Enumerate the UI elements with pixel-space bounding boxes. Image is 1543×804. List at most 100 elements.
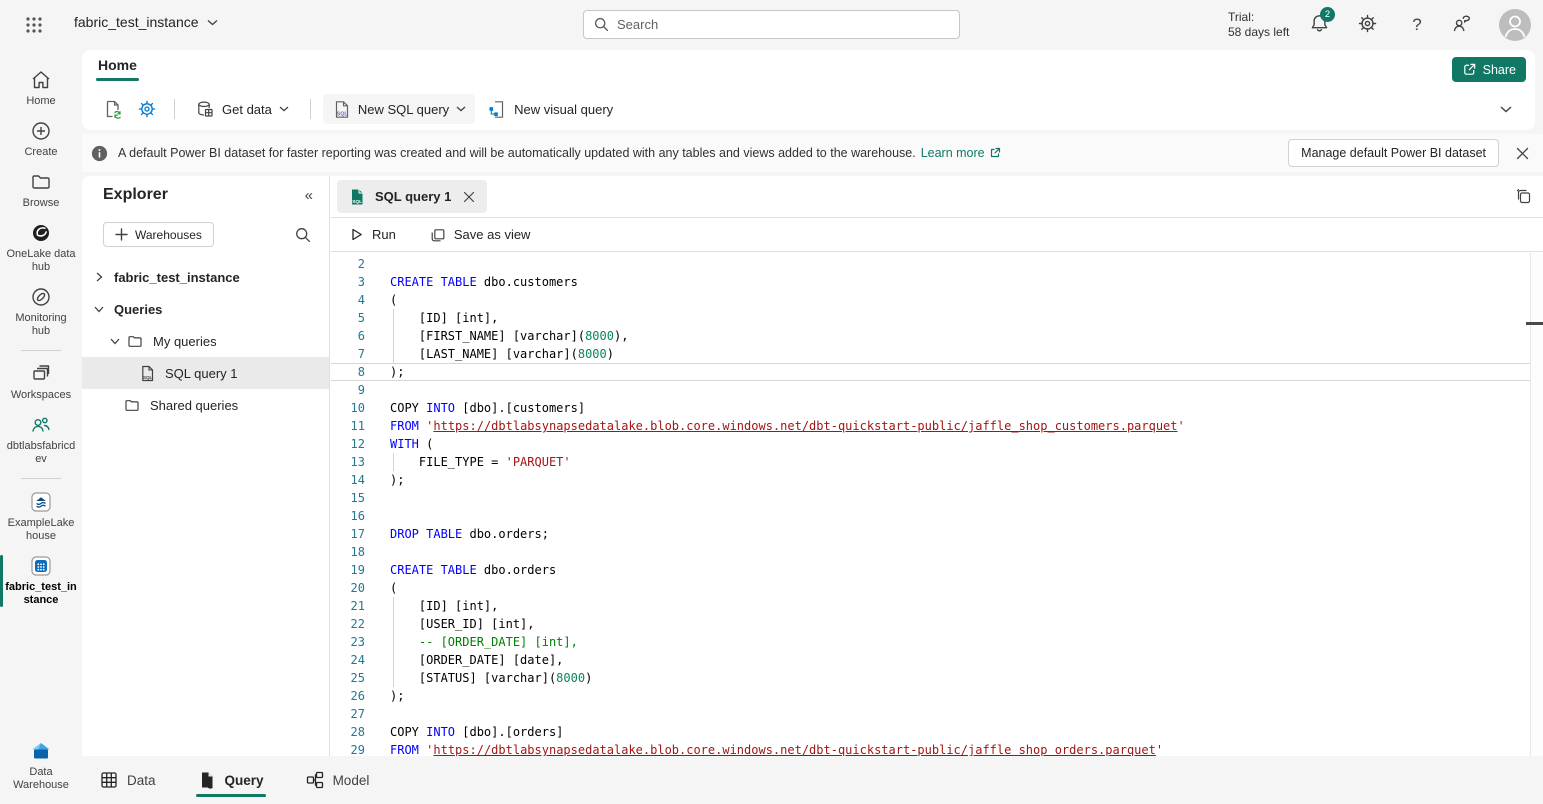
code-line[interactable]: 16 — [331, 507, 1530, 525]
code-line[interactable]: 6 [FIRST_NAME] [varchar](8000), — [331, 327, 1530, 345]
query-tab[interactable]: SQL SQL query 1 — [337, 180, 487, 213]
line-number: 10 — [331, 399, 365, 417]
code-line[interactable]: 3CREATE TABLE dbo.customers — [331, 273, 1530, 291]
code-text: ( — [365, 579, 1530, 597]
code-line[interactable]: 27 — [331, 705, 1530, 723]
table-icon — [100, 771, 118, 789]
line-number: 3 — [331, 273, 365, 291]
code-line[interactable]: 5 [ID] [int], — [331, 309, 1530, 327]
code-line[interactable]: 9 — [331, 381, 1530, 399]
visual-query-document-icon — [488, 100, 507, 119]
code-line[interactable]: 11FROM 'https://dbtlabsynapsedatalake.bl… — [331, 417, 1530, 435]
code-line[interactable]: 15 — [331, 489, 1530, 507]
rail-item-workspaces[interactable]: Workspaces — [0, 357, 82, 408]
code-line[interactable]: 18 — [331, 543, 1530, 561]
scrollbar-marker — [1526, 322, 1543, 325]
save-as-view-button[interactable]: Save as view — [430, 227, 531, 243]
code-text: ); — [365, 687, 1530, 705]
code-line[interactable]: 14); — [331, 471, 1530, 489]
code-line[interactable]: 28COPY INTO [dbo].[orders] — [331, 723, 1530, 741]
rail-item-examplelakehouse[interactable]: ExampleLakehouse — [0, 485, 82, 549]
code-line[interactable]: 23 -- [ORDER_DATE] [int], — [331, 633, 1530, 651]
code-line[interactable]: 2 — [331, 255, 1530, 273]
app-launcher-button[interactable] — [24, 15, 44, 35]
workspace-name: fabric_test_instance — [74, 14, 199, 30]
get-data-button[interactable]: Get data — [187, 94, 298, 124]
code-line[interactable]: 24 [ORDER_DATE] [date], — [331, 651, 1530, 669]
tab-data[interactable]: Data — [100, 756, 156, 804]
account-avatar[interactable] — [1499, 9, 1531, 41]
code-line[interactable]: 8); — [331, 363, 1530, 381]
tree-item-queries[interactable]: Queries — [82, 293, 329, 325]
rail-item-browse[interactable]: Browse — [0, 165, 82, 216]
feedback-button[interactable] — [1451, 13, 1475, 37]
code-line[interactable]: 13 FILE_TYPE = 'PARQUET' — [331, 453, 1530, 471]
manage-default-dataset-button[interactable]: Manage default Power BI dataset — [1288, 139, 1499, 167]
rail-item-onelake-data-hub[interactable]: OneLake data hub — [0, 216, 82, 280]
plus-icon — [115, 228, 128, 241]
explorer-search-button[interactable] — [291, 223, 315, 247]
refresh-dataset-button[interactable] — [98, 95, 128, 123]
new-sql-query-button[interactable]: SQL New SQL query — [323, 94, 475, 124]
ribbon-collapse-button[interactable] — [1495, 98, 1517, 120]
rail-divider — [21, 478, 61, 479]
code-line[interactable]: 29FROM 'https://dbtlabsynapsedatalake.bl… — [331, 741, 1530, 756]
tab-model[interactable]: Model — [306, 756, 370, 804]
notifications-button[interactable]: 2 — [1309, 13, 1333, 37]
workspaces-icon — [30, 363, 52, 385]
line-number: 7 — [331, 345, 365, 363]
sql-code-editor[interactable]: 23CREATE TABLE dbo.customers4(5 [ID] [in… — [331, 253, 1543, 756]
tree-item-my-queries[interactable]: My queries — [82, 325, 329, 357]
line-number: 9 — [331, 381, 365, 399]
rail-item-fabric-test-instance[interactable]: fabric_test_instance — [0, 549, 82, 613]
chevron-down-icon — [207, 19, 218, 26]
code-text: [FIRST_NAME] [varchar](8000), — [365, 327, 1530, 345]
tree-item-sql-query-1[interactable]: SQL SQL query 1 — [82, 357, 329, 389]
new-visual-query-button[interactable]: New visual query — [479, 94, 622, 124]
code-line[interactable]: 19CREATE TABLE dbo.orders — [331, 561, 1530, 579]
tree-item-shared-queries[interactable]: Shared queries — [82, 389, 329, 421]
editor-scrollbar[interactable] — [1530, 253, 1543, 756]
code-line[interactable]: 4( — [331, 291, 1530, 309]
banner-close-button[interactable] — [1507, 138, 1537, 168]
search-input[interactable] — [617, 17, 949, 32]
line-number: 15 — [331, 489, 365, 507]
code-line[interactable]: 10COPY INTO [dbo].[customers] — [331, 399, 1530, 417]
line-number: 27 — [331, 705, 365, 723]
rail-item-home[interactable]: Home — [0, 63, 82, 114]
settings-button[interactable] — [1357, 13, 1381, 37]
indent-guide — [393, 327, 394, 345]
share-button[interactable]: Share — [1452, 57, 1526, 82]
help-button[interactable]: ? — [1405, 13, 1429, 37]
add-warehouses-button[interactable]: Warehouses — [103, 222, 214, 247]
code-text: COPY INTO [dbo].[customers] — [365, 399, 1530, 417]
code-line[interactable]: 12WITH ( — [331, 435, 1530, 453]
collapse-panel-button[interactable]: « — [305, 187, 313, 204]
tab-query[interactable]: Query — [198, 756, 264, 804]
code-line[interactable]: 17DROP TABLE dbo.orders; — [331, 525, 1530, 543]
chevron-right-icon — [93, 271, 105, 283]
code-line[interactable]: 26); — [331, 687, 1530, 705]
code-line[interactable]: 25 [STATUS] [varchar](8000) — [331, 669, 1530, 687]
settings-gear-button[interactable] — [132, 95, 162, 123]
line-number: 4 — [331, 291, 365, 309]
code-line[interactable]: 7 [LAST_NAME] [varchar](8000) — [331, 345, 1530, 363]
rail-item-create[interactable]: Create — [0, 114, 82, 165]
code-line[interactable]: 22 [USER_ID] [int], — [331, 615, 1530, 633]
tree-item-warehouse[interactable]: fabric_test_instance — [82, 261, 329, 293]
ribbon-tab-home[interactable]: Home — [98, 57, 137, 79]
code-line[interactable]: 20( — [331, 579, 1530, 597]
code-text: COPY INTO [dbo].[orders] — [365, 723, 1530, 741]
rail-item-dbtlabsfabricdev[interactable]: dbtlabsfabricdev — [0, 408, 82, 472]
line-number: 18 — [331, 543, 365, 561]
code-line[interactable]: 21 [ID] [int], — [331, 597, 1530, 615]
rail-item-data-warehouse[interactable]: Data Warehouse — [0, 734, 82, 798]
learn-more-link[interactable]: Learn more — [921, 146, 1001, 160]
copy-pane-button[interactable] — [1511, 185, 1535, 209]
query-toolbar: Run Save as view — [331, 218, 1543, 252]
rail-item-monitoring-hub[interactable]: Monitoring hub — [0, 280, 82, 344]
line-number: 17 — [331, 525, 365, 543]
run-button[interactable]: Run — [349, 227, 396, 242]
workspace-switcher[interactable]: fabric_test_instance — [74, 14, 218, 30]
tab-close-button[interactable] — [460, 188, 477, 205]
